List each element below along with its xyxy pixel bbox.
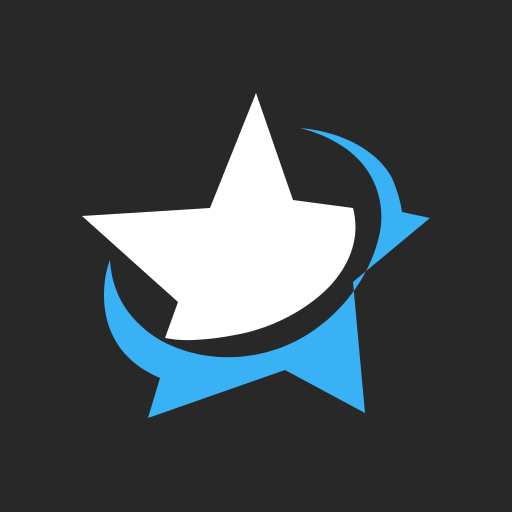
star-swoosh-logo	[82, 93, 430, 418]
app-icon-canvas	[0, 0, 512, 512]
